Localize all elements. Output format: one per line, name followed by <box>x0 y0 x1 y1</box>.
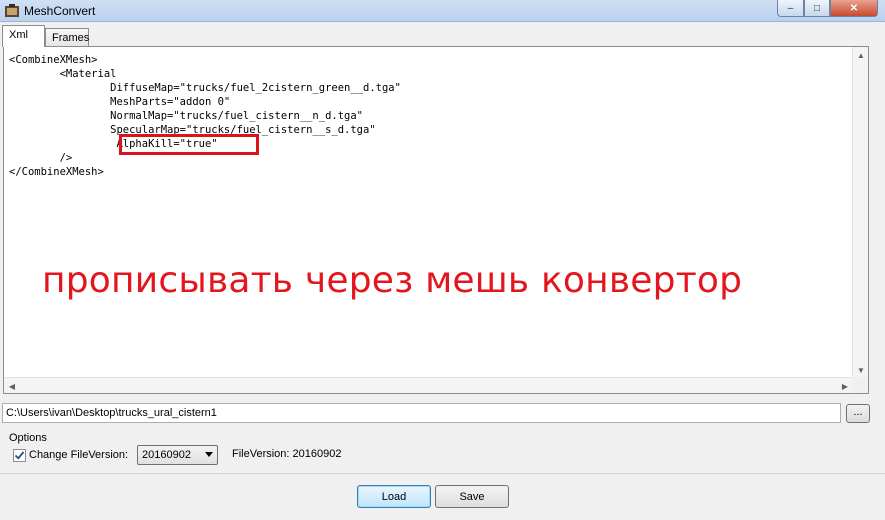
minimize-icon: ‒ <box>787 2 794 14</box>
tab-xml[interactable]: Xml <box>2 25 45 47</box>
close-icon: ✕ <box>849 2 859 14</box>
browse-button[interactable]: ... <box>846 404 870 423</box>
highlight-box <box>119 134 259 155</box>
maximize-icon: □ <box>813 2 821 14</box>
scroll-right-icon[interactable]: ▶ <box>837 378 853 394</box>
code-line: <CombineXMesh> <box>9 54 98 66</box>
path-input[interactable] <box>2 403 841 423</box>
maximize-button[interactable]: □ <box>804 0 830 17</box>
close-button[interactable]: ✕ <box>830 0 878 17</box>
annotation-text: прописывать через мешь конвертор <box>42 260 743 301</box>
window-title: MeshConvert <box>24 4 96 18</box>
minimize-button[interactable]: ‒ <box>777 0 804 17</box>
code-line: DiffuseMap="trucks/fuel_2cistern_green__… <box>9 82 401 94</box>
scroll-down-icon[interactable]: ▼ <box>853 362 869 378</box>
scroll-left-icon[interactable]: ◀ <box>4 378 20 394</box>
vertical-scrollbar[interactable]: ▲ ▼ <box>852 47 868 378</box>
code-line: </CombineXMesh> <box>9 166 104 178</box>
xml-code: <CombineXMesh> <Material DiffuseMap="tru… <box>9 53 401 179</box>
code-line: NormalMap="trucks/fuel_cistern__n_d.tga" <box>9 110 364 122</box>
version-select[interactable]: 20160902 <box>137 445 218 465</box>
app-icon <box>5 4 19 17</box>
code-line: <Material <box>9 68 117 80</box>
scroll-corner <box>852 377 868 393</box>
code-line: MeshParts="addon 0" <box>9 96 231 108</box>
options-group-label: Options <box>9 432 47 444</box>
xml-editor[interactable]: <CombineXMesh> <Material DiffuseMap="tru… <box>3 46 869 394</box>
change-fileversion-label[interactable]: Change FileVersion: <box>29 449 128 461</box>
horizontal-scrollbar[interactable]: ◀ ▶ <box>4 377 853 393</box>
chevron-down-icon <box>205 452 213 457</box>
load-button[interactable]: Load <box>357 485 431 508</box>
save-button[interactable]: Save <box>435 485 509 508</box>
scroll-up-icon[interactable]: ▲ <box>853 47 869 63</box>
title-bar: MeshConvert ‒ □ ✕ <box>0 0 885 22</box>
version-select-value: 20160902 <box>142 449 191 461</box>
divider <box>0 473 885 474</box>
checkmark-icon <box>14 451 25 460</box>
change-fileversion-checkbox[interactable] <box>13 449 26 462</box>
tab-frames[interactable]: Frames <box>45 28 89 48</box>
fileversion-text: FileVersion: 20160902 <box>232 448 342 460</box>
